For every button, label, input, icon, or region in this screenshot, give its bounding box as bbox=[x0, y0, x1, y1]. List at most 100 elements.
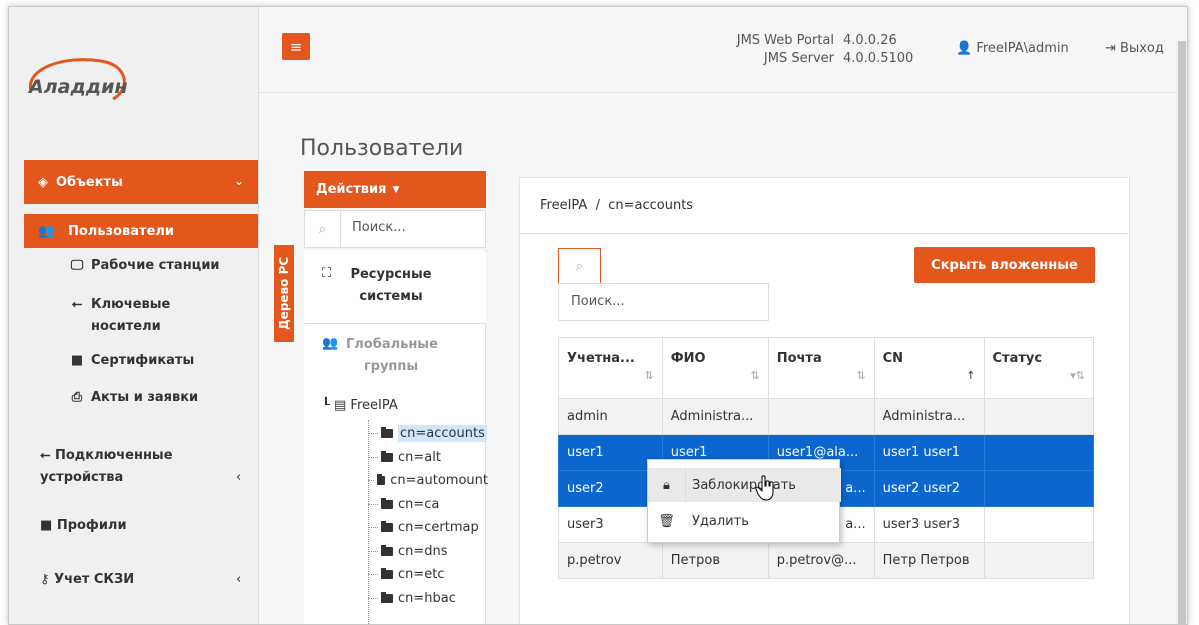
logo-text: Аладдин bbox=[27, 76, 128, 98]
logout-link[interactable]: ⇥ Выход bbox=[1105, 41, 1164, 56]
column-header-mail[interactable]: Почта ⇅ bbox=[767, 337, 875, 399]
filter-sort-icon: ▾⇅ bbox=[1070, 369, 1085, 382]
context-menu: 🔒︎ Заблокировать 🗑︎ Удалить bbox=[647, 459, 841, 543]
cell-account: p.petrov bbox=[558, 542, 663, 579]
cell-cn: Administra... bbox=[873, 398, 985, 435]
sidebar-item-acts[interactable]: ⎙ Акты и заявки bbox=[68, 390, 198, 405]
tree-node[interactable]: cn=alt bbox=[368, 446, 488, 468]
sidebar-item-skzi[interactable]: ⚷ Учет СКЗИ ‹ bbox=[40, 572, 242, 587]
tree-node-label: cn=dns bbox=[398, 543, 448, 559]
users-icon: 👥 bbox=[322, 336, 339, 351]
tree-node[interactable]: cn=certmap bbox=[368, 516, 488, 538]
table-row[interactable]: p.petrov Петров p.petrov@... Петр Петров bbox=[558, 542, 1095, 579]
search-button[interactable]: ⌕ bbox=[558, 248, 601, 284]
server-icon: ▤ bbox=[333, 398, 347, 413]
column-label: Учетна... bbox=[567, 351, 635, 366]
tree-node[interactable]: cn=accounts bbox=[368, 422, 488, 444]
chevron-left-icon: ‹ bbox=[236, 470, 242, 485]
sidebar-item-label: Профили bbox=[56, 518, 127, 533]
tab-label: Ресурсные системы bbox=[350, 267, 432, 304]
tree-node-label: cn=certmap bbox=[398, 519, 479, 535]
tree-root-freeipa[interactable]: ┖ ▤ FreeIPA bbox=[322, 398, 398, 413]
diamond-icon: ◈ bbox=[38, 174, 48, 190]
column-header-account[interactable]: Учетна... ⇅ bbox=[558, 337, 663, 399]
column-header-fio[interactable]: ФИО ⇅ bbox=[661, 337, 769, 399]
sidebar-item-label: Рабочие станции bbox=[91, 258, 220, 273]
current-user-name: FreeIPA\admin bbox=[976, 41, 1069, 56]
tree-node-label: cn=alt bbox=[398, 449, 441, 465]
menu-item-block[interactable]: 🔒︎ Заблокировать bbox=[648, 468, 841, 502]
version-value: 4.0.0.5100 bbox=[843, 51, 914, 66]
current-user[interactable]: 👤 FreeIPA\admin bbox=[956, 41, 1069, 56]
sidebar-item-users[interactable]: 👥 Пользователи bbox=[24, 214, 258, 248]
sort-ascending-icon: ↑ bbox=[966, 369, 976, 382]
tree-node[interactable]: cn=dns bbox=[368, 540, 488, 562]
sidebar-item-label: Подключенные устройства bbox=[40, 448, 173, 485]
menu-item-delete[interactable]: 🗑︎ Удалить bbox=[648, 504, 841, 538]
scrollbar-thumb[interactable] bbox=[1178, 41, 1186, 624]
search-input[interactable]: Поиск... bbox=[558, 283, 769, 321]
folder-icon bbox=[377, 473, 386, 485]
breadcrumb[interactable]: FreeIPA / cn=accounts bbox=[540, 198, 693, 213]
cell-status bbox=[983, 506, 1095, 543]
hamburger-icon: ≡ bbox=[289, 37, 303, 56]
aladdin-logo[interactable]: Аладдин bbox=[23, 51, 133, 109]
sort-icon: ⇅ bbox=[750, 369, 760, 382]
main-content: Пользователи Действия ▼ ⌕ Поиск... Дерев… bbox=[259, 93, 1187, 624]
tree-node-label: cn=hbac bbox=[398, 590, 456, 606]
cell-status bbox=[983, 470, 1095, 507]
sidebar-item-workstations[interactable]: 🖵 Рабочие станции bbox=[68, 258, 220, 273]
version-labels: JMS Web Portal JMS Server bbox=[709, 32, 834, 68]
cell-cn: Петр Петров bbox=[873, 542, 985, 579]
tab-resource-systems[interactable]: ⛶ Ресурсные системы bbox=[304, 252, 486, 324]
tree-node[interactable]: cn=ca bbox=[368, 493, 488, 515]
vertical-scrollbar[interactable] bbox=[1176, 41, 1187, 624]
version-label: JMS Server bbox=[763, 51, 834, 66]
user-icon: 👤 bbox=[956, 41, 973, 56]
tree-node-label: cn=etc bbox=[398, 566, 445, 582]
hamburger-button[interactable]: ≡ bbox=[282, 33, 310, 60]
tree-node-label: cn=ca bbox=[398, 496, 440, 512]
cell-fio: Administra... bbox=[661, 398, 769, 435]
table-row[interactable]: admin Administra... Administra... bbox=[558, 398, 1095, 435]
sidebar: Аладдин ◈ Объекты ⌄ 👥 Пользователи 🖵 Раб… bbox=[9, 7, 259, 624]
sitemap-icon: ⛶ bbox=[322, 266, 332, 281]
trash-icon: 🗑︎ bbox=[658, 513, 675, 529]
hide-nested-button[interactable]: Скрыть вложенные bbox=[914, 247, 1095, 283]
sidebar-item-label: Сертификаты bbox=[91, 353, 195, 368]
search-icon: ⌕ bbox=[575, 258, 584, 274]
folder-icon bbox=[381, 520, 393, 532]
chevron-left-icon: ‹ bbox=[236, 572, 242, 587]
hand-cursor-icon bbox=[755, 475, 774, 501]
column-header-cn[interactable]: CN ↑ bbox=[873, 337, 985, 399]
tree-toggle-tab[interactable]: Дерево РС bbox=[274, 245, 294, 342]
sidebar-group-objects[interactable]: ◈ Объекты ⌄ bbox=[24, 160, 258, 204]
tab-global-groups[interactable]: 👥 Глобальные группы bbox=[304, 326, 486, 390]
sidebar-item-profiles[interactable]: ■ Профили bbox=[40, 518, 127, 533]
tree-node[interactable]: cn=etc bbox=[368, 563, 488, 585]
folder-icon bbox=[381, 497, 393, 509]
collapse-icon: ┖ bbox=[322, 398, 330, 413]
cell-cn: user1 user1 bbox=[873, 434, 985, 471]
logout-icon: ⇥ bbox=[1105, 41, 1116, 56]
sidebar-item-key-carriers[interactable]: ⭠ Ключевые носители bbox=[68, 294, 218, 338]
cell-account: admin bbox=[558, 398, 663, 435]
folder-icon bbox=[381, 426, 393, 438]
column-label: CN bbox=[882, 351, 904, 366]
sidebar-item-label: Акты и заявки bbox=[91, 390, 199, 405]
sidebar-item-certificates[interactable]: ■ Сертификаты bbox=[68, 353, 194, 368]
tree-node[interactable]: cn=hbac bbox=[368, 587, 488, 609]
sidebar-item-connected-devices[interactable]: ⭠ Подключенные устройства ‹ bbox=[40, 445, 242, 489]
divider bbox=[520, 233, 1129, 234]
tree-node[interactable]: cn=automount bbox=[368, 469, 488, 491]
tree-search-input[interactable]: Поиск... bbox=[352, 220, 406, 235]
chevron-down-icon: ⌄ bbox=[233, 174, 244, 188]
tree-search[interactable]: ⌕ Поиск... bbox=[304, 210, 486, 248]
actions-dropdown-button[interactable]: Действия ▼ bbox=[304, 171, 486, 208]
folder-icon bbox=[381, 450, 393, 462]
page-title: Пользователи bbox=[300, 136, 464, 161]
search-icon: ⌕ bbox=[305, 211, 341, 247]
column-header-status[interactable]: Статус ▾⇅ bbox=[983, 337, 1095, 399]
cell-cn: user2 user2 bbox=[873, 470, 985, 507]
cell-status bbox=[983, 434, 1095, 471]
